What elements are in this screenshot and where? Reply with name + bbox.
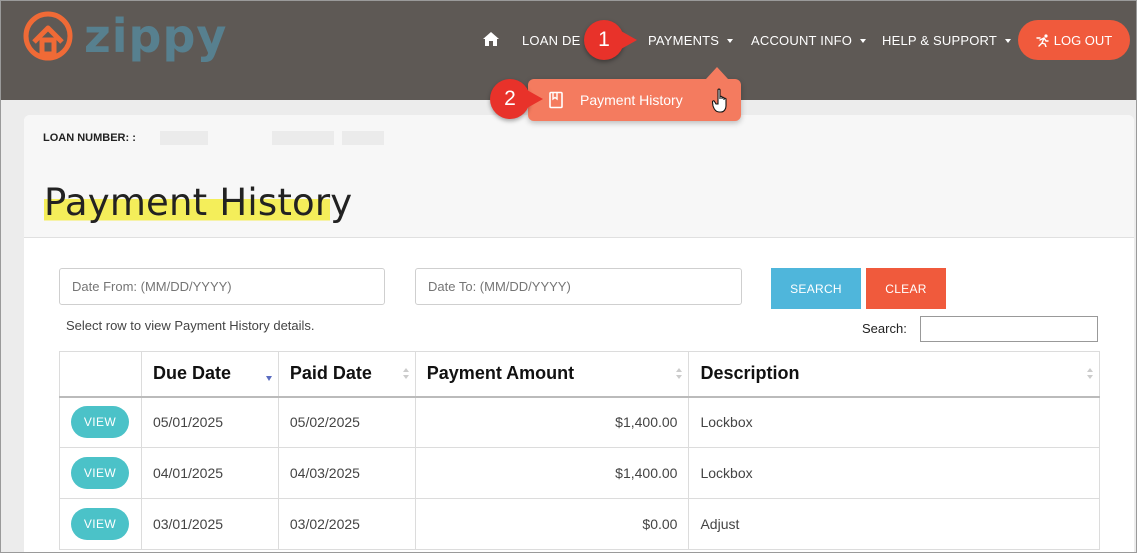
due-date-cell: 04/01/2025 bbox=[140, 447, 279, 499]
table-row[interactable]: VIEW 04/01/2025 04/03/2025 $1,400.00 Loc… bbox=[59, 447, 1100, 499]
description-cell: Adjust bbox=[688, 498, 1100, 550]
step-callout-2: 2 bbox=[490, 79, 543, 119]
redacted-loan-number bbox=[342, 131, 384, 145]
redacted-loan-number bbox=[272, 131, 334, 145]
view-button[interactable]: VIEW bbox=[71, 508, 129, 540]
table-hint: Select row to view Payment History detai… bbox=[66, 318, 315, 333]
view-button[interactable]: VIEW bbox=[71, 406, 129, 439]
sort-icon bbox=[402, 368, 410, 380]
page-title: Payment History bbox=[44, 181, 353, 224]
view-button[interactable]: VIEW bbox=[71, 457, 129, 489]
nav-account-info[interactable]: ACCOUNT INFO bbox=[751, 33, 867, 48]
main-card: LOAN NUMBER: : Payment History SEARCH CL… bbox=[24, 115, 1134, 553]
dropdown-pointer bbox=[706, 67, 728, 79]
table-header-row: Due Date Paid Date Payment Amount Descri… bbox=[59, 351, 1100, 398]
card-header: LOAN NUMBER: : Payment History bbox=[24, 115, 1134, 238]
paid-date-cell: 05/02/2025 bbox=[277, 396, 416, 448]
paid-date-cell: 03/02/2025 bbox=[277, 498, 416, 550]
column-header-description[interactable]: Description bbox=[688, 351, 1100, 398]
date-from-input[interactable] bbox=[59, 268, 385, 305]
running-person-icon bbox=[1036, 33, 1049, 47]
nav-help-support[interactable]: HELP & SUPPORT bbox=[882, 33, 1012, 48]
column-header-paid-date[interactable]: Paid Date bbox=[277, 351, 416, 398]
redacted-loan-number bbox=[160, 131, 208, 145]
nav-payments[interactable]: PAYMENTS bbox=[648, 33, 734, 48]
payment-history-table: Due Date Paid Date Payment Amount Descri… bbox=[59, 351, 1100, 550]
table-search-label: Search: bbox=[862, 321, 907, 336]
description-cell: Lockbox bbox=[688, 396, 1100, 448]
column-header-action bbox=[59, 351, 142, 398]
due-date-cell: 05/01/2025 bbox=[140, 396, 279, 448]
sort-icon bbox=[1087, 368, 1094, 380]
logout-button[interactable]: LOG OUT bbox=[1018, 20, 1130, 60]
payment-amount-cell: $1,400.00 bbox=[414, 447, 690, 499]
nav-loan-details[interactable]: LOAN DE bbox=[522, 33, 580, 48]
hand-cursor-icon bbox=[712, 88, 727, 113]
search-button[interactable]: SEARCH bbox=[771, 268, 861, 309]
chevron-down-icon bbox=[860, 38, 867, 43]
due-date-cell: 03/01/2025 bbox=[140, 498, 279, 550]
step-callout-1: 1 bbox=[584, 20, 637, 60]
payment-amount-cell: $0.00 bbox=[414, 498, 690, 550]
sort-icon bbox=[676, 368, 683, 380]
description-cell: Lockbox bbox=[688, 447, 1100, 499]
chevron-down-icon bbox=[727, 38, 734, 43]
chevron-down-icon bbox=[1005, 38, 1012, 43]
payments-dropdown-item-payment-history[interactable]: Payment History bbox=[528, 79, 741, 121]
sort-desc-icon bbox=[265, 368, 273, 381]
clear-button[interactable]: CLEAR bbox=[866, 268, 946, 309]
loan-number-label: LOAN NUMBER: : bbox=[43, 132, 136, 144]
book-icon bbox=[549, 91, 563, 109]
table-row[interactable]: VIEW 05/01/2025 05/02/2025 $1,400.00 Loc… bbox=[59, 396, 1100, 448]
column-header-due-date[interactable]: Due Date bbox=[140, 351, 279, 398]
payment-amount-cell: $1,400.00 bbox=[414, 396, 690, 448]
home-icon[interactable] bbox=[482, 31, 500, 47]
date-to-input[interactable] bbox=[415, 268, 742, 305]
paid-date-cell: 04/03/2025 bbox=[277, 447, 416, 499]
column-header-payment-amount[interactable]: Payment Amount bbox=[414, 351, 690, 398]
table-search-input[interactable] bbox=[920, 316, 1098, 342]
main-nav: LOAN DE PAYMENTS ACCOUNT INFO HELP & SUP… bbox=[0, 0, 1137, 80]
table-row[interactable]: VIEW 03/01/2025 03/02/2025 $0.00 Adjust bbox=[59, 498, 1100, 550]
